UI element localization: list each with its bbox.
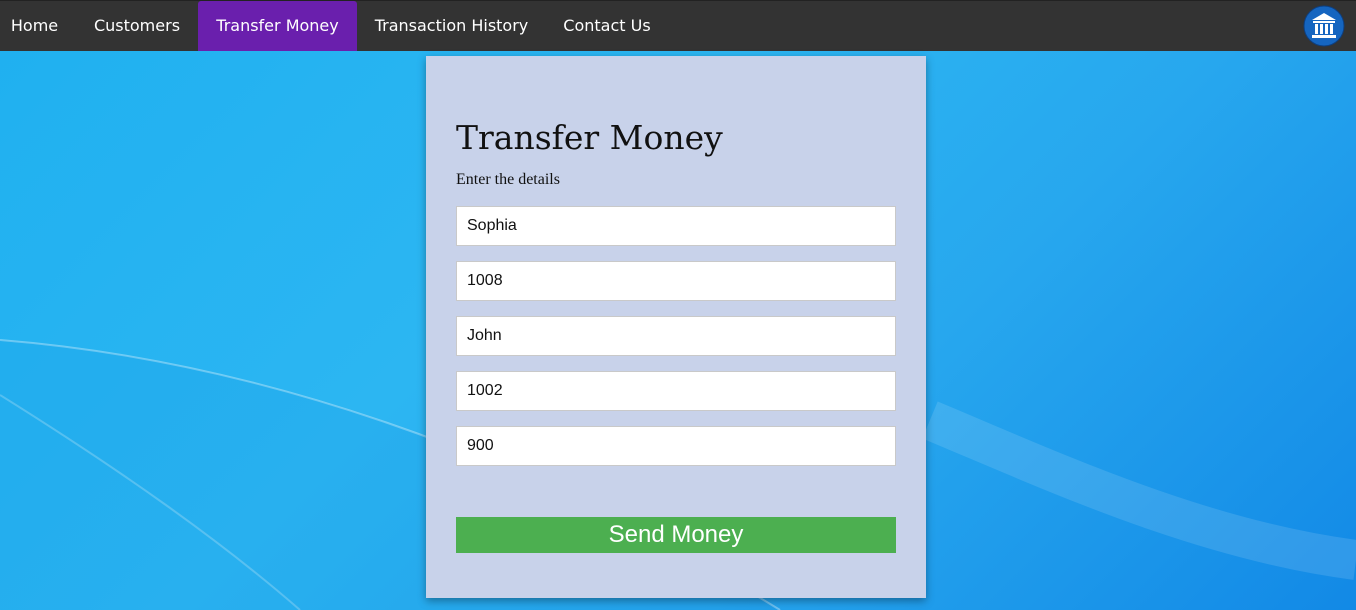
nav-customers[interactable]: Customers (77, 1, 197, 51)
nav-contact-us[interactable]: Contact Us (546, 1, 668, 51)
receiver-name-input[interactable] (456, 316, 896, 356)
send-money-button[interactable]: Send Money (456, 517, 896, 553)
nav-home[interactable]: Home (0, 1, 69, 51)
transfer-form-card: Transfer Money Enter the details Send Mo… (426, 56, 926, 598)
sender-account-input[interactable] (456, 261, 896, 301)
form-title: Transfer Money (456, 118, 723, 157)
nav-transaction-history[interactable]: Transaction History (357, 1, 546, 51)
bank-icon[interactable] (1303, 5, 1345, 47)
amount-input[interactable] (456, 426, 896, 466)
top-navbar: Home Customers Transfer Money Transactio… (0, 0, 1356, 51)
form-subtitle: Enter the details (456, 171, 560, 188)
receiver-account-input[interactable] (456, 371, 896, 411)
sender-name-input[interactable] (456, 206, 896, 246)
nav-transfer-money[interactable]: Transfer Money (198, 1, 357, 51)
